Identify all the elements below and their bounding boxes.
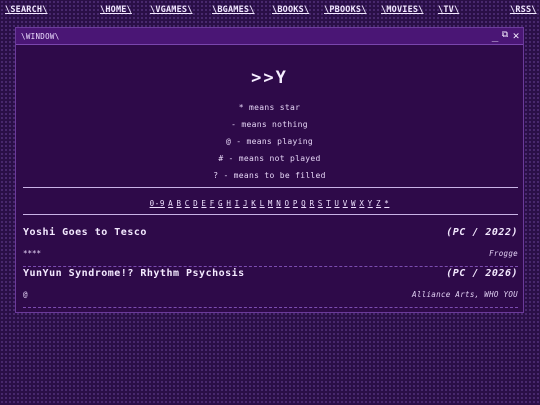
- filter-x[interactable]: X: [359, 199, 364, 208]
- filter-w[interactable]: W: [351, 199, 356, 208]
- list-item[interactable]: Yoshi Goes to Tesco (PC / 2022) **** Fro…: [23, 227, 518, 267]
- filter-a[interactable]: A: [168, 199, 173, 208]
- alphabet-filter: 0-9 A B C D E F G H I J K L M N O P Q R S T U V W X Y Z *: [16, 199, 523, 208]
- entry-title[interactable]: YunYun Syndrome!? Rhythm Psychosis: [23, 268, 245, 279]
- nav-rss-link[interactable]: \RSS\: [510, 5, 537, 15]
- list-item[interactable]: YunYun Syndrome!? Rhythm Psychosis (PC /…: [23, 268, 518, 308]
- filter-y[interactable]: Y: [368, 199, 373, 208]
- entry-author: Frogge: [489, 249, 518, 258]
- divider: [23, 214, 518, 215]
- filter-j[interactable]: J: [243, 199, 248, 208]
- legend-star: * means star: [238, 103, 301, 112]
- nav-search-link[interactable]: \SEARCH\: [5, 5, 48, 15]
- filter-u[interactable]: U: [334, 199, 339, 208]
- nav-tv-link[interactable]: \TV\: [438, 5, 459, 15]
- divider: [23, 187, 518, 188]
- entry-title[interactable]: Yoshi Goes to Tesco: [23, 227, 147, 238]
- top-navigation: \SEARCH\ \HOME\ \VGAMES\ \BGAMES\ \BOOKS…: [0, 0, 540, 22]
- legend-to-be-filled: ? - means to be filled: [213, 171, 326, 180]
- filter-g[interactable]: G: [218, 199, 223, 208]
- entry-author: Alliance Arts, WHO YOU: [412, 290, 518, 299]
- site-logo: >>Y: [251, 68, 288, 88]
- filter-v[interactable]: V: [343, 199, 348, 208]
- nav-vgames-link[interactable]: \VGAMES\: [150, 5, 193, 15]
- filter-q[interactable]: Q: [301, 199, 306, 208]
- filter-n[interactable]: N: [276, 199, 281, 208]
- filter-0-9[interactable]: 0-9: [150, 199, 165, 208]
- catalog-window: \WINDOW\ _ ⧉ ✕ >>Y * means star - means …: [15, 27, 524, 313]
- filter-i[interactable]: I: [235, 199, 240, 208]
- nav-pbooks-link[interactable]: \PBOOKS\: [324, 5, 367, 15]
- filter-s[interactable]: S: [318, 199, 323, 208]
- filter-k[interactable]: K: [251, 199, 256, 208]
- filter-c[interactable]: C: [185, 199, 190, 208]
- filter-b[interactable]: B: [176, 199, 181, 208]
- filter-m[interactable]: M: [268, 199, 273, 208]
- window-title: \WINDOW\: [21, 32, 60, 41]
- filter-e[interactable]: E: [201, 199, 206, 208]
- filter-o[interactable]: O: [285, 199, 290, 208]
- filter-d[interactable]: D: [193, 199, 198, 208]
- nav-home-link[interactable]: \HOME\: [100, 5, 132, 15]
- filter-z[interactable]: Z: [376, 199, 381, 208]
- filter-star[interactable]: *: [384, 199, 389, 208]
- entry-rating: ****: [23, 249, 42, 258]
- filter-t[interactable]: T: [326, 199, 331, 208]
- filter-l[interactable]: L: [260, 199, 265, 208]
- filter-p[interactable]: P: [293, 199, 298, 208]
- entry-rating: @: [23, 290, 28, 299]
- legend-not-played: # - means not played: [218, 154, 321, 163]
- filter-h[interactable]: H: [226, 199, 231, 208]
- legend-playing: @ - means playing: [226, 137, 313, 146]
- filter-f[interactable]: F: [210, 199, 215, 208]
- nav-movies-link[interactable]: \MOVIES\: [381, 5, 424, 15]
- entry-platform: (PC / 2026): [446, 268, 518, 279]
- close-button[interactable]: ✕: [510, 29, 522, 42]
- legend-nothing: - means nothing: [231, 120, 308, 129]
- nav-bgames-link[interactable]: \BGAMES\: [212, 5, 255, 15]
- entry-platform: (PC / 2022): [446, 227, 518, 238]
- nav-books-link[interactable]: \BOOKS\: [272, 5, 309, 15]
- filter-r[interactable]: R: [309, 199, 314, 208]
- window-titlebar[interactable]: \WINDOW\ _ ⧉ ✕: [16, 28, 523, 45]
